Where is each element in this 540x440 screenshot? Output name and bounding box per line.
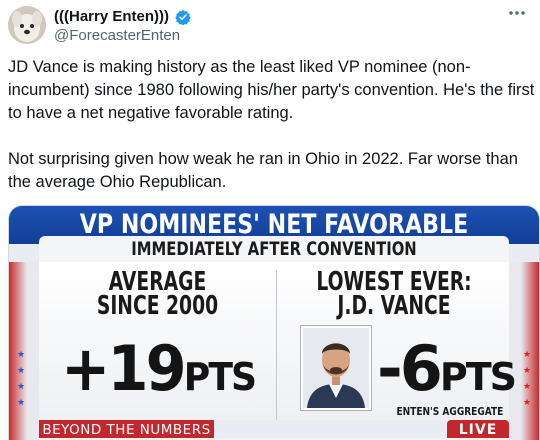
tweet-body: JD Vance is making history as the least … <box>8 56 538 194</box>
live-badge: LIVE <box>447 420 509 440</box>
lowest-unit: PTS <box>439 355 517 399</box>
tweet-media-image[interactable]: VP NOMINEES' NET FAVORABLE RATING ★★★★ ★… <box>8 205 540 440</box>
graphic-subtitle: IMMEDIATELY AFTER CONVENTION <box>131 238 417 260</box>
lowest-value: -6PTS <box>377 332 517 405</box>
stars-right-icon: ★ ★ ★ ★ <box>522 349 532 407</box>
average-value: +19PTS <box>61 332 257 405</box>
left-heading: AVERAGE SINCE 2000 <box>72 269 243 321</box>
graphic-panel: AVERAGE SINCE 2000 LOWEST EVER: J.D. VAN… <box>39 262 517 420</box>
live-label: LIVE <box>458 422 498 438</box>
tweet-paragraph-2: Not surprising given how weak he ran in … <box>8 150 518 191</box>
chyron-label: BEYOND THE NUMBERS <box>42 422 211 438</box>
lowest-number: -6 <box>377 332 443 405</box>
average-unit: PTS <box>183 355 257 399</box>
left-heading-line-2: SINCE 2000 <box>96 291 219 321</box>
display-name[interactable]: (((Harry Enten))) <box>54 8 169 26</box>
panel-divider <box>276 270 277 420</box>
average-number: +19 <box>61 332 187 405</box>
graphic-subtitle-bar: IMMEDIATELY AFTER CONVENTION <box>39 236 509 262</box>
vance-photo <box>301 326 371 410</box>
tweet-paragraph-1: JD Vance is making history as the least … <box>8 58 535 122</box>
tweet-header: (((Harry Enten))) @ForecasterEnten <box>8 4 532 48</box>
person-portrait-icon <box>303 328 369 408</box>
verified-badge-icon <box>175 9 192 26</box>
right-heading: LOWEST EVER: J.D. VANCE <box>310 269 478 321</box>
tweet-author: (((Harry Enten))) @ForecasterEnten <box>54 8 192 46</box>
user-handle[interactable]: @ForecasterEnten <box>54 26 191 46</box>
chyron-bar: BEYOND THE NUMBERS <box>39 420 214 440</box>
stars-left-icon: ★ ★ ★ ★ <box>16 349 26 407</box>
more-options-icon[interactable] <box>506 4 528 22</box>
dog-avatar-icon <box>8 6 46 44</box>
source-label: ENTEN'S AGGREGATE <box>396 405 503 418</box>
avatar[interactable] <box>8 6 46 44</box>
right-heading-line-2: J.D. VANCE <box>337 291 451 321</box>
